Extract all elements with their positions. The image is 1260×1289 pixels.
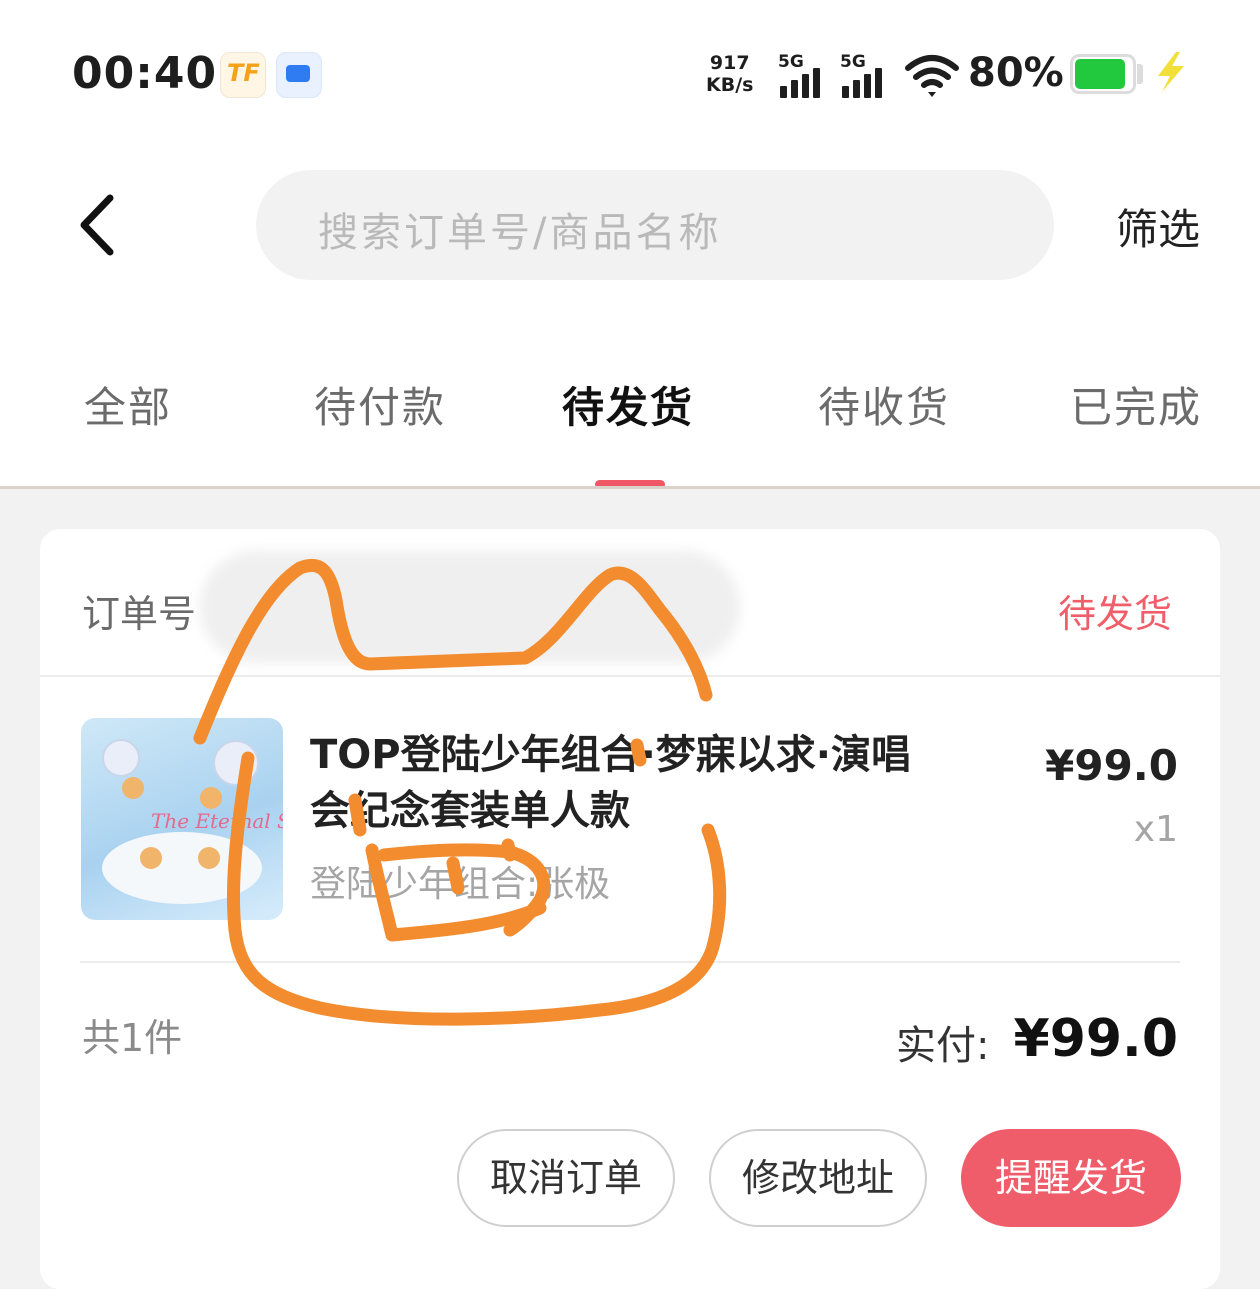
tf-app-icon: TF	[220, 52, 266, 98]
divider	[40, 675, 1220, 677]
net-speed-value: 917	[709, 52, 750, 74]
product-cover-art: The Eternal Second	[102, 739, 283, 904]
wifi-icon	[905, 55, 959, 97]
tab-pending-shipment[interactable]: 待发货	[562, 374, 694, 435]
product-title[interactable]: TOP登陆少年组合·梦寐以求·演唱会纪念套装单人款	[310, 727, 930, 839]
cancel-order-button[interactable]: 取消订单	[457, 1129, 675, 1227]
order-status: 待发货	[1058, 592, 1173, 636]
tab-completed[interactable]: 已完成	[1070, 374, 1202, 435]
filter-button[interactable]: 筛选	[1116, 196, 1200, 257]
message-app-icon	[276, 52, 322, 98]
charging-icon	[1158, 52, 1184, 92]
net-speed-unit: KB/s	[706, 74, 754, 96]
tab-divider	[0, 486, 1260, 489]
remind-shipment-button[interactable]: 提醒发货	[961, 1129, 1181, 1227]
order-card[interactable]: 订单号 待发货 The Eternal Second TOP登陆少年组合·梦寐以…	[40, 529, 1220, 1289]
divider	[80, 961, 1180, 963]
net-speed: 917 KB/s	[706, 52, 753, 96]
signal-icon: 5G	[840, 52, 894, 98]
order-number-label: 订单号	[82, 592, 197, 636]
cover-title: The Eternal Second	[151, 809, 283, 833]
back-icon[interactable]	[70, 190, 126, 260]
item-count: 共1件	[82, 1016, 183, 1060]
tab-pending-receipt[interactable]: 待收货	[818, 374, 950, 435]
product-quantity: x1	[1133, 809, 1178, 850]
edit-address-button[interactable]: 修改地址	[709, 1129, 927, 1227]
signal-icon: 5G	[778, 52, 832, 98]
battery-icon	[1070, 54, 1136, 94]
search-placeholder: 搜索订单号/商品名称	[318, 210, 722, 256]
tab-all[interactable]: 全部	[84, 374, 172, 435]
paid-label: 实付:	[896, 1023, 990, 1069]
tab-pending-payment[interactable]: 待付款	[314, 374, 446, 435]
order-number-redacted	[200, 551, 740, 663]
battery-percent: 80%	[968, 50, 1064, 96]
status-time: 00:40	[72, 48, 218, 99]
search-input[interactable]: 搜索订单号/商品名称	[256, 170, 1054, 280]
product-price: ¥99.0	[1045, 741, 1178, 790]
product-image[interactable]: The Eternal Second	[81, 718, 283, 920]
top-area: 00:40 TF 917 KB/s 5G 5G 80% 搜索订单号/商品名称 筛…	[0, 0, 1260, 489]
product-spec: 登陆少年组合:张极	[310, 864, 611, 905]
paid-amount: ¥99.0	[1013, 1009, 1178, 1069]
battery-cap	[1137, 64, 1143, 84]
